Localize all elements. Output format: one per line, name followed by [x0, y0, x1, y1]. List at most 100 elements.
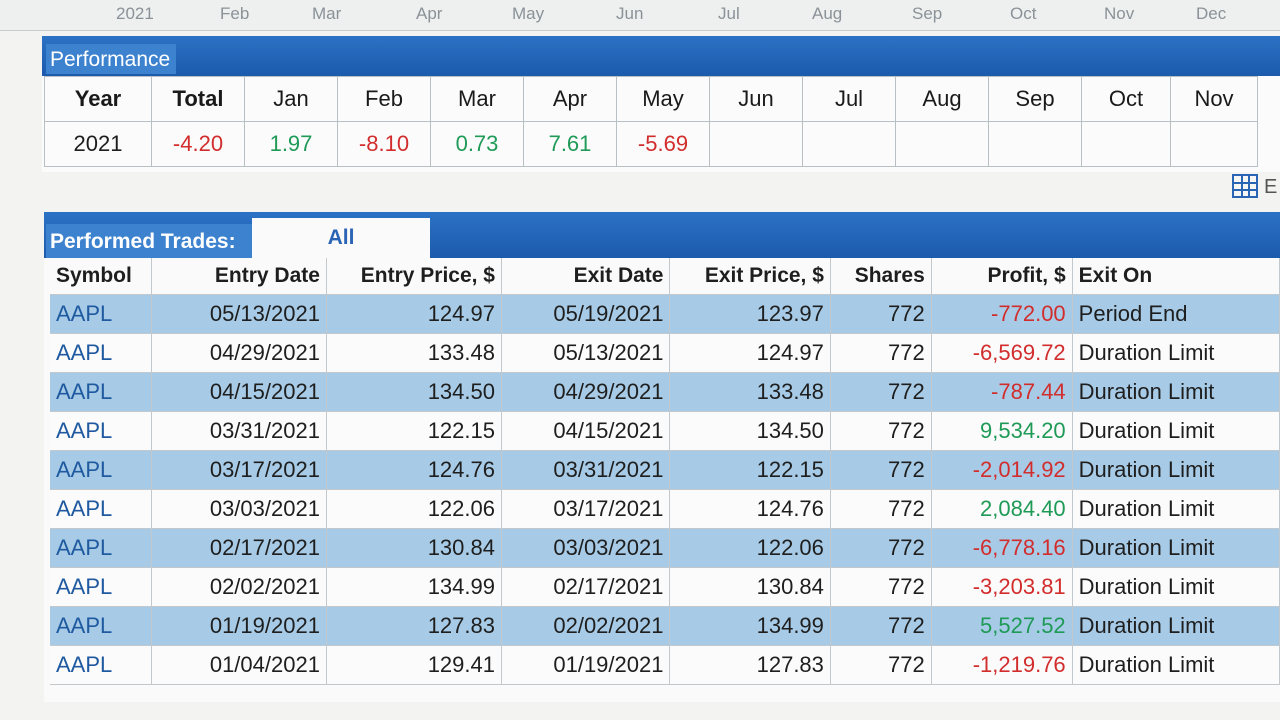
- table-cell: 772: [830, 606, 932, 646]
- table-cell: Duration Limit: [1072, 333, 1280, 373]
- table-row[interactable]: AAPL 03/17/2021 124.76 03/31/2021 122.15 772-…: [50, 450, 1280, 490]
- axis-year-label: 2021: [116, 4, 154, 23]
- column-header[interactable]: Exit Price, $: [669, 258, 831, 295]
- table-cell: -6,778.16: [931, 528, 1073, 568]
- table-cell: Duration Limit: [1072, 489, 1280, 529]
- table-cell: AAPL: [50, 528, 152, 568]
- table-cell: AAPL: [50, 411, 152, 451]
- table-cell: 133.48: [326, 333, 502, 373]
- column-header[interactable]: Exit Date: [501, 258, 671, 295]
- table-row[interactable]: AAPL 03/31/2021 122.15 04/15/2021 134.50 772 9…: [50, 411, 1280, 451]
- axis-month-label: Apr: [416, 4, 443, 23]
- table-cell: 05/13/2021: [501, 333, 671, 373]
- table-row[interactable]: AAPL 03/03/2021 122.06 03/17/2021 124.76 772 2…: [50, 489, 1280, 529]
- table-cell: 2,084.40: [931, 489, 1073, 529]
- table-cell: 134.50: [669, 411, 831, 451]
- table-cell: -3,203.81: [931, 567, 1073, 607]
- performance-cell: 1.97: [244, 121, 338, 167]
- table-cell: AAPL: [50, 567, 152, 607]
- table-row[interactable]: AAPL 02/02/2021 134.99 02/17/2021 130.84 772-…: [50, 567, 1280, 607]
- table-cell: 124.97: [669, 333, 831, 373]
- table-cell: 03/17/2021: [501, 489, 671, 529]
- performance-table: Year Total Jan Feb Mar Apr May Jun Jul Aug Sep Oct N…: [44, 76, 1258, 167]
- table-cell: Duration Limit: [1072, 606, 1280, 646]
- table-cell: 02/02/2021: [151, 567, 327, 607]
- performance-header-cell: Aug: [895, 76, 989, 122]
- performance-header: Performance: [42, 36, 1280, 76]
- table-cell: 772: [830, 333, 932, 373]
- table-cell: 122.06: [326, 489, 502, 529]
- table-cell: -1,219.76: [931, 645, 1073, 685]
- column-header[interactable]: Shares: [830, 258, 932, 295]
- performance-header-row: Year Total Jan Feb Mar Apr May Jun Jul Aug Sep Oct N…: [44, 76, 1258, 122]
- trades-header: Performed Trades: All: [44, 212, 1280, 258]
- table-export-icon[interactable]: [1232, 174, 1258, 198]
- table-cell: 01/04/2021: [151, 645, 327, 685]
- table-cell: 772: [830, 489, 932, 529]
- table-cell: 03/03/2021: [151, 489, 327, 529]
- table-cell: AAPL: [50, 333, 152, 373]
- table-cell: 04/15/2021: [151, 372, 327, 412]
- table-cell: AAPL: [50, 450, 152, 490]
- axis-month-label: Sep: [912, 4, 943, 23]
- table-cell: Duration Limit: [1072, 645, 1280, 685]
- column-header[interactable]: Symbol: [50, 258, 152, 295]
- table-row[interactable]: AAPL 01/19/2021 127.83 02/02/2021 134.99 772 5…: [50, 606, 1280, 646]
- table-cell: 772: [830, 372, 932, 412]
- table-cell: 122.15: [669, 450, 831, 490]
- performance-header-cell: Total: [151, 76, 245, 122]
- performance-cell: [1081, 121, 1171, 167]
- table-cell: 134.99: [326, 567, 502, 607]
- table-cell: 02/02/2021: [501, 606, 671, 646]
- table-row[interactable]: AAPL 01/04/2021 129.41 01/19/2021 127.83 772-…: [50, 645, 1280, 685]
- table-cell: 03/31/2021: [151, 411, 327, 451]
- table-cell: -772.00: [931, 294, 1073, 334]
- column-header[interactable]: Profit, $: [931, 258, 1073, 295]
- performance-cell: 0.73: [430, 121, 524, 167]
- axis-month-label: Oct: [1010, 4, 1037, 23]
- export-label[interactable]: E: [1264, 176, 1277, 199]
- table-cell: -787.44: [931, 372, 1073, 412]
- table-cell: 134.99: [669, 606, 831, 646]
- table-cell: 124.76: [669, 489, 831, 529]
- table-cell: 04/29/2021: [151, 333, 327, 373]
- table-cell: 772: [830, 450, 932, 490]
- table-row[interactable]: AAPL 04/29/2021 133.48 05/13/2021 124.97 772-…: [50, 333, 1280, 373]
- table-row[interactable]: AAPL 04/15/2021 134.50 04/29/2021 133.48 772-…: [50, 372, 1280, 412]
- timeline-axis: 2021 Feb Mar Apr May Jun Jul Aug Sep Oct…: [0, 0, 1280, 31]
- table-cell: 772: [830, 411, 932, 451]
- table-cell: Duration Limit: [1072, 567, 1280, 607]
- column-header[interactable]: Entry Price, $: [326, 258, 502, 295]
- table-cell: 130.84: [326, 528, 502, 568]
- table-cell: 01/19/2021: [501, 645, 671, 685]
- performance-header-cell: Year: [44, 76, 152, 122]
- table-cell: 772: [830, 528, 932, 568]
- table-cell: 03/31/2021: [501, 450, 671, 490]
- table-row[interactable]: AAPL 05/13/2021 124.97 05/19/2021 123.97 772-…: [50, 294, 1280, 334]
- performance-cell: -4.20: [151, 121, 245, 167]
- table-cell: Period End: [1072, 294, 1280, 334]
- table-cell: 05/13/2021: [151, 294, 327, 334]
- trades-body: AAPL 05/13/2021 124.97 05/19/2021 123.97 772-…: [50, 294, 1280, 685]
- table-cell: 04/29/2021: [501, 372, 671, 412]
- table-cell: -6,569.72: [931, 333, 1073, 373]
- performance-header-cell: Jan: [244, 76, 338, 122]
- table-cell: 01/19/2021: [151, 606, 327, 646]
- table-cell: 134.50: [326, 372, 502, 412]
- table-cell: Duration Limit: [1072, 372, 1280, 412]
- table-cell: 129.41: [326, 645, 502, 685]
- performance-header-cell: Apr: [523, 76, 617, 122]
- table-cell: 04/15/2021: [501, 411, 671, 451]
- performance-header-cell: Feb: [337, 76, 431, 122]
- axis-month-label: Jul: [718, 4, 740, 23]
- trades-filter-all[interactable]: All: [252, 218, 430, 258]
- table-cell: AAPL: [50, 294, 152, 334]
- axis-month-label: Feb: [220, 4, 250, 23]
- table-cell: 9,534.20: [931, 411, 1073, 451]
- table-row[interactable]: AAPL 02/17/2021 130.84 03/03/2021 122.06 772-…: [50, 528, 1280, 568]
- column-header[interactable]: Exit On: [1072, 258, 1280, 295]
- column-header[interactable]: Entry Date: [151, 258, 327, 295]
- table-cell: 122.06: [669, 528, 831, 568]
- performance-header-cell: Nov: [1170, 76, 1258, 122]
- performance-cell: [802, 121, 896, 167]
